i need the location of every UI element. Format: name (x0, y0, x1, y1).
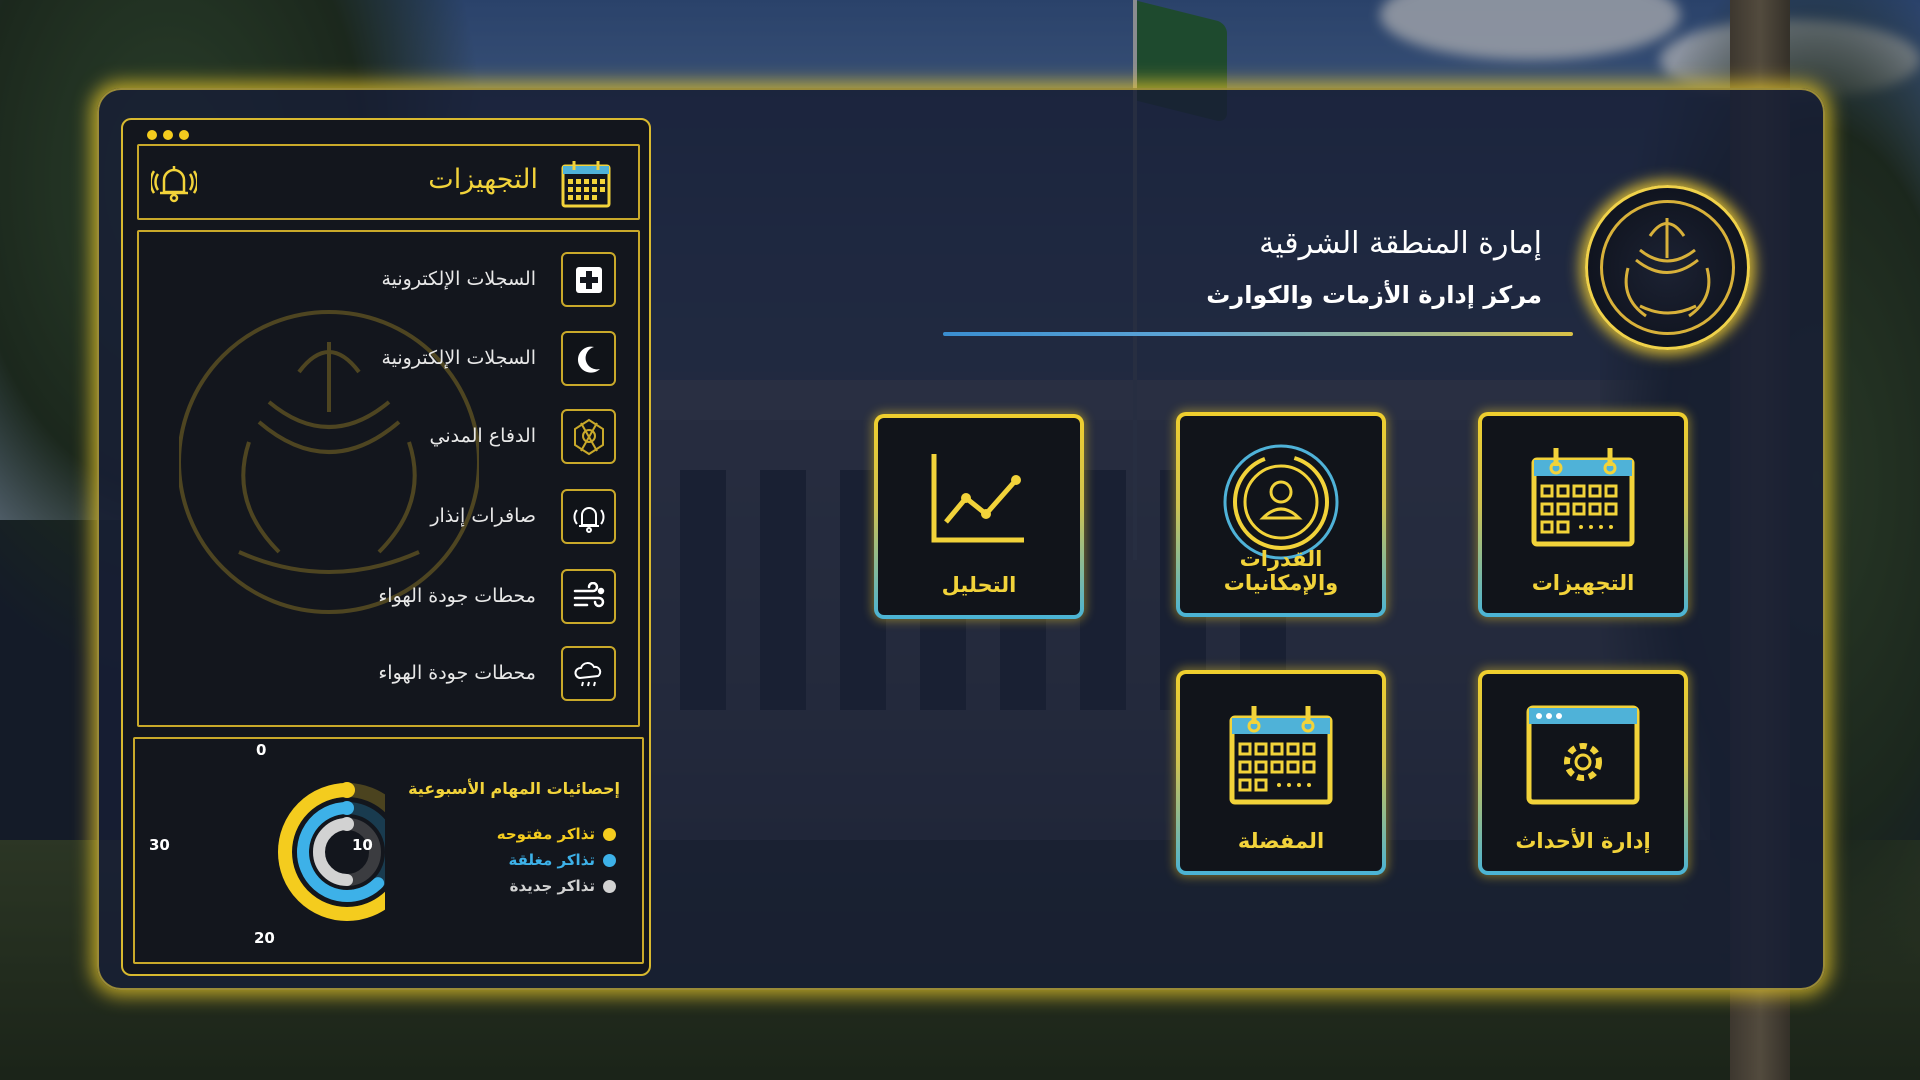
tile-label: إدارة الأحداث (1515, 829, 1651, 853)
tick-label: 30 (149, 836, 170, 854)
medical-cross-icon (561, 252, 616, 307)
org-name: إمارة المنطقة الشرقية (1259, 226, 1542, 261)
weather-cloud-icon (561, 646, 616, 701)
list-item-label: صافرات إنذار (430, 505, 536, 527)
equipment-list: السجلات الإلكترونية السجلات الإلكترونية … (137, 230, 640, 727)
list-item[interactable]: صافرات إنذار (146, 489, 616, 547)
list-item[interactable]: السجلات الإلكترونية (146, 331, 616, 389)
list-item-label: السجلات الإلكترونية (381, 347, 536, 369)
crescent-moon-icon (561, 331, 616, 386)
tile-label: التحليل (941, 573, 1017, 597)
list-item[interactable]: محطات جودة الهواء (146, 569, 616, 627)
line-chart-icon (878, 444, 1080, 554)
tile-capabilities[interactable]: القدرات والإمكانيات (1176, 412, 1386, 617)
list-item[interactable]: السجلات الإلكترونية (146, 252, 616, 310)
center-name: مركز إدارة الأزمات والكوارث (1206, 281, 1542, 309)
legend-dot (603, 879, 616, 893)
equipment-panel: التجهيزات السجلات الإلكترونية السجلات ال… (121, 118, 651, 976)
panel-header: التجهيزات (137, 144, 640, 220)
wind-icon (561, 569, 616, 624)
list-item[interactable]: محطات جودة الهواء (146, 646, 616, 704)
legend-dot (603, 853, 616, 867)
tile-label: المفضلة (1237, 829, 1325, 853)
tick-label: 10 (352, 836, 373, 854)
browser-gear-icon (1482, 700, 1684, 810)
legend-label: تذاكر مغلقة (508, 851, 595, 869)
calendar-icon (1482, 442, 1684, 552)
radial-bar (313, 818, 353, 886)
legend-item: تذاكر جديدة (497, 873, 616, 899)
civil-defense-icon (561, 409, 616, 464)
tile-events[interactable]: إدارة الأحداث (1478, 670, 1688, 875)
window-dots (147, 130, 189, 140)
header-divider (943, 332, 1573, 336)
list-item-label: الدفاع المدني (429, 425, 536, 447)
tick-label: 20 (254, 929, 275, 947)
calendar-icon (1180, 700, 1382, 810)
calendar-icon[interactable] (560, 158, 612, 214)
legend-dot (603, 827, 616, 841)
tile-label: التجهيزات (1531, 571, 1635, 595)
radial-bar-cap (340, 801, 354, 815)
list-item[interactable]: الدفاع المدني (146, 409, 616, 467)
alarm-bell-icon[interactable] (149, 160, 199, 210)
legend-label: تذاكر جديدة (509, 877, 595, 895)
weekly-stats: إحصائيات المهام الأسبوعية تذاكر مفتوحه ت… (133, 737, 644, 964)
siren-bell-icon (561, 489, 616, 544)
radial-bar-cap (339, 782, 355, 798)
legend-label: تذاكر مفتوحه (496, 825, 595, 843)
emirate-seal-logo (1585, 185, 1750, 350)
panel-title: التجهيزات (428, 164, 538, 195)
tile-analysis[interactable]: التحليل (874, 414, 1084, 619)
list-item-label: السجلات الإلكترونية (381, 268, 536, 290)
tile-favorites[interactable]: المفضلة (1176, 670, 1386, 875)
legend-item: تذاكر مغلقة (497, 847, 616, 873)
tick-label: 0 (256, 741, 267, 759)
stats-title: إحصائيات المهام الأسبوعية (408, 779, 620, 798)
list-item-label: محطات جودة الهواء (378, 585, 536, 607)
stats-legend: تذاكر مفتوحه تذاكر مغلقة تذاكر جديدة (497, 821, 616, 899)
legend-item: تذاكر مفتوحه (497, 821, 616, 847)
tile-label: القدرات والإمكانيات (1223, 547, 1339, 595)
list-item-label: محطات جودة الهواء (378, 662, 536, 684)
user-circle-icon (1180, 442, 1382, 562)
tile-equipment[interactable]: التجهيزات (1478, 412, 1688, 617)
radial-bar-cap (340, 817, 354, 831)
